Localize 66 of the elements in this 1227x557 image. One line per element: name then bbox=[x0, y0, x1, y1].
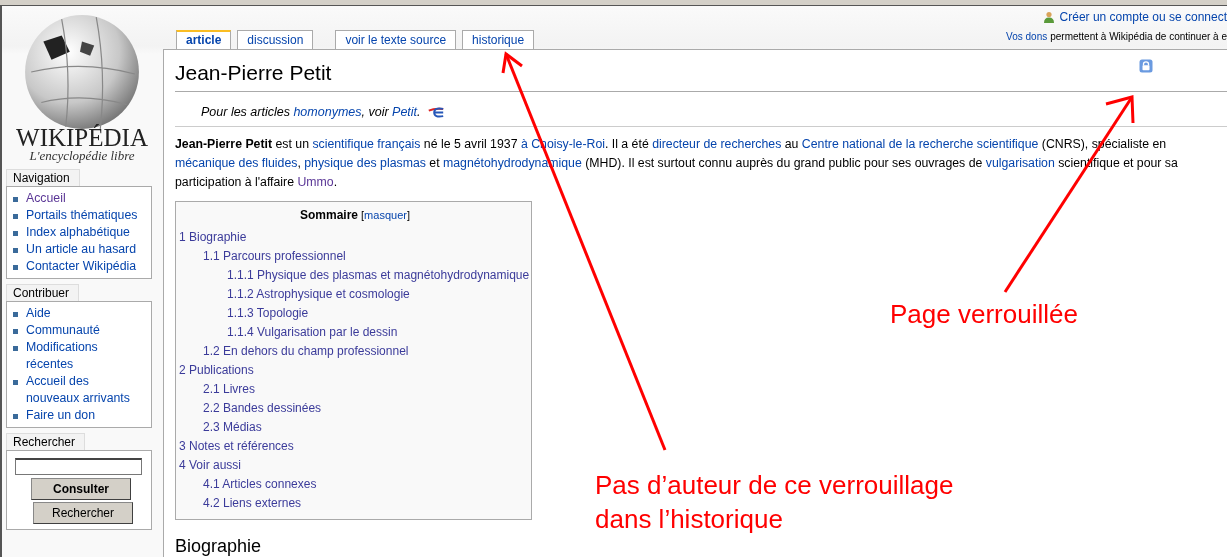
toc-link[interactable]: 1.2 En dehors du champ professionnel bbox=[179, 342, 409, 361]
sidebar-link[interactable]: Accueil bbox=[26, 190, 66, 207]
article-link[interactable]: physique des plasmas bbox=[304, 156, 426, 170]
search-button[interactable]: Rechercher bbox=[33, 502, 133, 524]
toc-link[interactable]: 2.2 Bandes dessinées bbox=[179, 399, 322, 418]
bullet-icon bbox=[13, 414, 18, 419]
donation-text: permettent à Wikipédia de continuer à e bbox=[1050, 31, 1227, 42]
page-tab[interactable]: discussion bbox=[237, 30, 314, 49]
bullet-icon bbox=[13, 265, 18, 270]
article-link[interactable]: vulgarisation bbox=[985, 156, 1055, 170]
bullet-icon bbox=[13, 380, 18, 385]
page-tab[interactable]: voir le texte source bbox=[335, 30, 457, 49]
toc-link[interactable]: 4.2 Liens externes bbox=[179, 494, 302, 513]
toc-link[interactable]: 1.1.3 Topologie bbox=[179, 304, 309, 323]
sidebar-link[interactable]: Aide bbox=[26, 305, 51, 322]
article-link[interactable]: scientifique français bbox=[312, 137, 421, 151]
toc-link[interactable]: 2.3 Médias bbox=[179, 418, 262, 437]
sidebar-link[interactable]: Modifications récentes bbox=[26, 339, 138, 373]
toc-title: Sommaire bbox=[300, 208, 359, 222]
toc-link[interactable]: 1 Biographie bbox=[179, 228, 247, 247]
sidebar-link[interactable]: Portails thématiques bbox=[26, 207, 138, 224]
annotation-text: Pas d’auteur de ce verrouillage dans l’historique bbox=[595, 469, 954, 536]
sidebar-link[interactable]: Index alphabétique bbox=[26, 224, 130, 241]
toc-link[interactable]: 1.1.4 Vulgarisation par le dessin bbox=[179, 323, 398, 342]
sidebar-link[interactable]: Communauté bbox=[26, 322, 100, 339]
hatnote-link[interactable]: homonymes bbox=[293, 105, 362, 119]
article-link[interactable]: Ummo bbox=[297, 175, 334, 189]
sidebar-link[interactable]: Un article au hasard bbox=[26, 241, 137, 258]
tagline: L'encyclopédie libre bbox=[29, 149, 135, 163]
hatnote-text: Pour les articles homonymes, voir Petit. bbox=[201, 105, 421, 119]
toc-link[interactable]: 4 Voir aussi bbox=[179, 456, 242, 475]
sidebar-link[interactable]: Faire un don bbox=[26, 407, 96, 424]
portlet-heading: Rechercher bbox=[6, 433, 86, 450]
lock-icon bbox=[1139, 58, 1153, 73]
bullet-icon bbox=[13, 231, 18, 236]
toc-link[interactable]: 1.1.1 Physique des plasmas et magnétohydrodynamique bbox=[179, 266, 530, 285]
search-button[interactable]: Consulter bbox=[31, 478, 131, 500]
bullet-icon bbox=[13, 214, 18, 219]
bullet-icon bbox=[13, 248, 18, 253]
toc-link[interactable]: 1.1 Parcours professionnel bbox=[179, 247, 346, 266]
disambiguation-icon bbox=[426, 105, 445, 119]
search-field[interactable] bbox=[15, 458, 142, 475]
toc-link[interactable]: 1.1.2 Astrophysique et cosmologie bbox=[179, 285, 410, 304]
bullet-icon bbox=[13, 329, 18, 334]
article-link[interactable]: Centre national de la recherche scientifique bbox=[801, 137, 1039, 151]
sidebar-link[interactable]: Contacter Wikipédia bbox=[26, 258, 137, 275]
toc-toggle-link[interactable]: [masquer] bbox=[361, 209, 410, 221]
section-heading: Biographie bbox=[175, 535, 1227, 557]
page-title: Jean-Pierre Petit bbox=[175, 61, 332, 85]
sidebar-link[interactable]: Accueil des nouveaux arrivants bbox=[26, 373, 138, 407]
bullet-icon bbox=[13, 312, 18, 317]
toc-link[interactable]: 2.1 Livres bbox=[179, 380, 256, 399]
page-tab[interactable]: historique bbox=[462, 30, 535, 49]
article-link[interactable]: directeur de recherches bbox=[652, 137, 782, 151]
toc-link[interactable]: 2 Publications bbox=[179, 361, 254, 380]
toc-link[interactable]: 4.1 Articles connexes bbox=[179, 475, 317, 494]
bullet-icon bbox=[13, 197, 18, 202]
bullet-icon bbox=[13, 346, 18, 351]
annotation-text: Page verrouillée bbox=[890, 298, 1078, 331]
portlet-heading: Navigation bbox=[6, 169, 80, 186]
account-link[interactable]: Créer un compte ou se connect bbox=[1059, 10, 1227, 24]
user-icon bbox=[1042, 11, 1055, 23]
portlet-heading: Contribuer bbox=[6, 284, 80, 301]
donation-link[interactable]: Vos dons bbox=[1006, 31, 1048, 42]
page-tab[interactable]: article bbox=[176, 30, 232, 49]
toc-link[interactable]: 3 Notes et références bbox=[179, 437, 294, 456]
